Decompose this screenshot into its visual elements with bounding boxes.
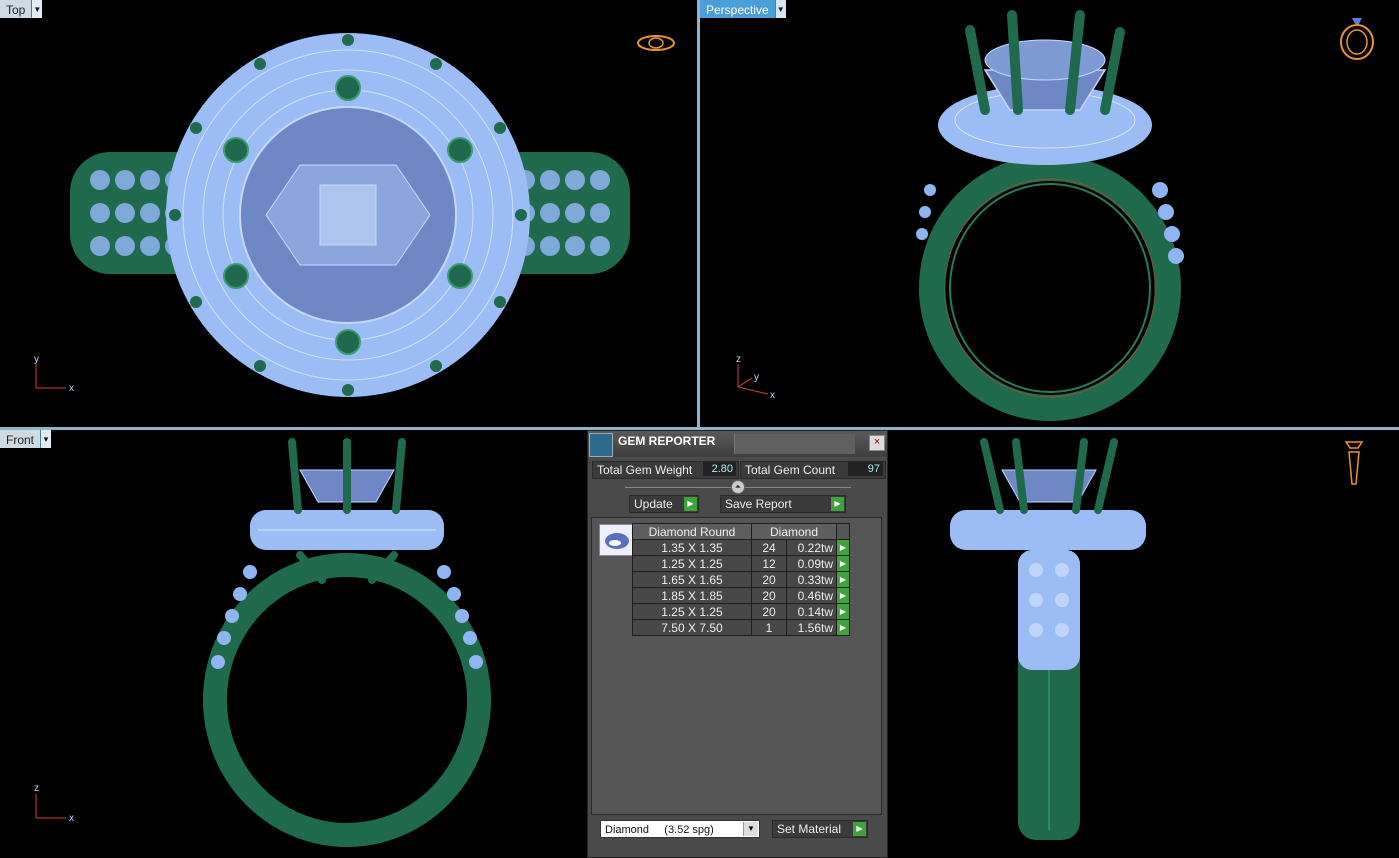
total-weight-value: 2.80 <box>703 462 736 476</box>
row-play-icon[interactable]: ▶ <box>836 539 850 556</box>
gem-size: 1.65 X 1.65 <box>632 571 752 588</box>
play-arrow-icon: ▶ <box>853 822 866 836</box>
viewport-right[interactable] <box>888 430 1399 858</box>
top-view-render <box>70 33 630 397</box>
totals-row: Total Gem Weight 2.80 Total Gem Count 97 <box>592 461 886 479</box>
perspective-view-render <box>916 10 1184 421</box>
axis-x-label: x <box>770 390 775 401</box>
set-material-label: Set Material <box>777 822 842 836</box>
ring-shank <box>203 553 491 847</box>
header-spacer <box>836 523 850 540</box>
chevron-down-icon[interactable]: ▼ <box>40 430 52 448</box>
table-row[interactable]: 1.65 X 1.65 20 0.33tw ▶ <box>632 571 850 588</box>
header-material: Diamond <box>751 523 837 540</box>
title-bar-fill <box>734 434 855 454</box>
gem-weight: 0.14tw <box>786 603 837 620</box>
row-play-icon[interactable]: ▶ <box>836 571 850 588</box>
play-arrow-icon: ▶ <box>684 497 697 511</box>
viewport-label-perspective[interactable]: Perspective ▼ <box>700 0 786 18</box>
viewport-name: Top <box>0 0 32 18</box>
total-count-value: 97 <box>848 462 883 476</box>
gem-size: 1.35 X 1.35 <box>632 539 752 556</box>
ring-orientation-icon <box>637 35 675 51</box>
gem-size: 7.50 X 7.50 <box>632 619 752 636</box>
gem-reporter-title: GEM REPORTER <box>618 434 716 448</box>
axis-indicator-perspective: z y x <box>736 354 775 401</box>
update-button[interactable]: Update ▶ <box>629 495 699 513</box>
axis-x-label: x <box>69 383 74 394</box>
close-icon[interactable]: × <box>869 435 885 451</box>
gem-table: Diamond Round Diamond 1.35 X 1.35 24 0.2… <box>632 523 850 636</box>
viewport-name: Front <box>0 430 41 448</box>
gem-size: 1.25 X 1.25 <box>632 603 752 620</box>
total-count-label: Total Gem Count <box>745 463 836 477</box>
viewport-top[interactable]: Top ▼ y x <box>0 0 697 427</box>
gem-size: 1.85 X 1.85 <box>632 587 752 604</box>
total-weight-label: Total Gem Weight <box>597 463 693 477</box>
side-view-render <box>950 438 1146 840</box>
axis-y-label: y <box>34 354 39 365</box>
gem-weight: 0.33tw <box>786 571 837 588</box>
gem-qty: 1 <box>751 619 787 636</box>
gem-qty: 24 <box>751 539 787 556</box>
row-play-icon[interactable]: ▶ <box>836 619 850 636</box>
axis-x-label: x <box>69 813 74 824</box>
gem-weight: 0.22tw <box>786 539 837 556</box>
axis-indicator-front: z x <box>34 783 74 824</box>
viewport-name: Perspective <box>700 0 775 18</box>
gem-weight: 0.46tw <box>786 587 837 604</box>
viewport-label-top[interactable]: Top ▼ <box>0 0 43 18</box>
front-view-render <box>203 438 491 847</box>
save-report-label: Save Report <box>725 497 792 511</box>
slider-handle[interactable]: ⏶ <box>731 480 745 494</box>
axis-z-label: z <box>34 783 39 794</box>
update-button-label: Update <box>634 497 673 511</box>
gem-qty: 20 <box>751 603 787 620</box>
ring-orientation-icon <box>1344 441 1364 485</box>
viewport-label-front[interactable]: Front ▼ <box>0 430 52 448</box>
diamond-round-gem-icon[interactable] <box>599 524 635 556</box>
table-row[interactable]: 7.50 X 7.50 1 1.56tw ▶ <box>632 619 850 636</box>
play-arrow-icon: ▶ <box>831 497 844 511</box>
gem-qty: 20 <box>751 587 787 604</box>
row-play-icon[interactable]: ▶ <box>836 587 850 604</box>
table-row[interactable]: 1.25 X 1.25 20 0.14tw ▶ <box>632 603 850 620</box>
row-play-icon[interactable]: ▶ <box>836 555 850 572</box>
viewport-perspective[interactable]: Perspective ▼ z y x <box>700 0 1399 427</box>
gem-weight: 0.09tw <box>786 555 837 572</box>
gem-qty: 12 <box>751 555 787 572</box>
halo <box>950 510 1146 550</box>
chevron-down-icon: ▼ <box>743 822 758 836</box>
set-material-button[interactable]: Set Material ▶ <box>772 820 868 838</box>
gem-list[interactable]: Diamond Round Diamond 1.35 X 1.35 24 0.2… <box>591 517 882 815</box>
chevron-down-icon[interactable]: ▼ <box>774 0 786 18</box>
gem-table-header: Diamond Round Diamond <box>632 523 850 540</box>
axis-y-label: y <box>754 372 759 383</box>
save-report-button[interactable]: Save Report ▶ <box>720 495 846 513</box>
material-select-value: Diamond (3.52 spg) <box>605 824 714 836</box>
gem-qty: 20 <box>751 571 787 588</box>
gem-size: 1.25 X 1.25 <box>632 555 752 572</box>
gem-weight: 1.56tw <box>786 619 837 636</box>
axis-indicator-top: y x <box>34 354 74 394</box>
viewport-divider-vertical[interactable] <box>697 0 700 427</box>
axis-z-label: z <box>736 354 741 365</box>
gem-reporter-panel[interactable]: GEM REPORTER × Total Gem Weight 2.80 Tot… <box>587 430 888 858</box>
ring-shank <box>919 155 1181 421</box>
table-row[interactable]: 1.25 X 1.25 12 0.09tw ▶ <box>632 555 850 572</box>
table-row[interactable]: 1.85 X 1.85 20 0.46tw ▶ <box>632 587 850 604</box>
chevron-down-icon[interactable]: ▼ <box>31 0 43 18</box>
material-select[interactable]: Diamond (3.52 spg) ▼ <box>600 820 760 838</box>
table-row[interactable]: 1.35 X 1.35 24 0.22tw ▶ <box>632 539 850 556</box>
ring-orientation-icon <box>1340 18 1374 60</box>
gem-reporter-icon <box>589 433 613 457</box>
viewport-front[interactable]: Front ▼ z x <box>0 430 587 858</box>
row-play-icon[interactable]: ▶ <box>836 603 850 620</box>
gem-reporter-titlebar[interactable]: GEM REPORTER × <box>588 431 887 457</box>
header-shape: Diamond Round <box>632 523 752 540</box>
